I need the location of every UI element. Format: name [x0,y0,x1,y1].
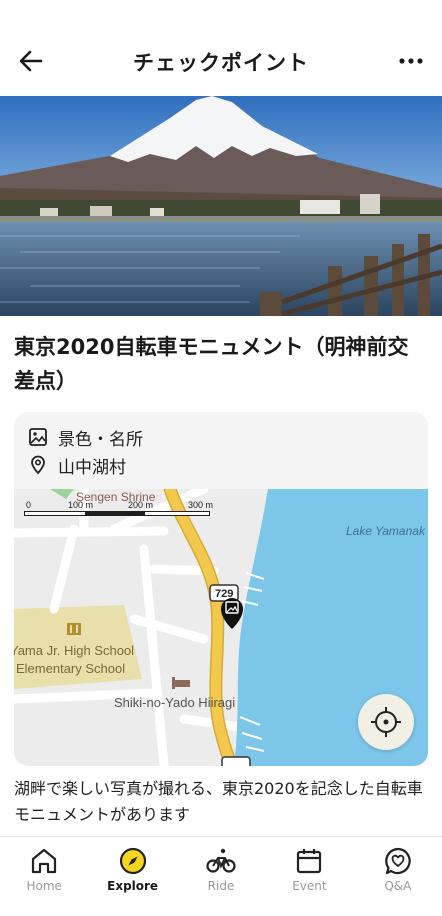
more-horizontal-icon [399,58,423,64]
school-icon [67,623,81,635]
spot-description: 湖畔で楽しい写真が撮れる、東京2020を記念した自転車モニュメントがあります [14,779,423,824]
nav-item-home[interactable]: Home [0,837,88,916]
crosshair-icon [371,707,401,737]
location-row: 山中湖村 [28,452,126,478]
nav-label-ride: Ride [207,879,235,893]
category-label: 景色・名所 [58,429,143,450]
nav-label-event: Event [292,879,327,893]
category-row: 景色・名所 [28,424,143,450]
locate-me-button[interactable] [358,694,414,750]
bottom-nav: Home Explore Ride Event Q&A [0,836,442,916]
compass-icon [119,847,146,875]
nav-item-event[interactable]: Event [265,837,353,916]
scale-label-300: 300 m [188,500,213,510]
hero-photo [0,96,442,316]
map-label-inn: Shiki-no-Yado Hiiragi [114,695,235,710]
image-icon [29,428,47,446]
nav-label-explore: Explore [107,879,159,893]
chat-heart-icon [384,847,411,875]
nav-label-home: Home [26,879,62,893]
map-label-lake: Lake Yamanak [346,524,426,538]
route-sign-2 [221,756,251,766]
nav-item-qa[interactable]: Q&A [354,837,442,916]
home-icon [32,848,57,874]
bicycle-icon [206,848,236,873]
page-title: チェックポイント [133,51,309,75]
map-label-shrine: Sengen Shrine [76,490,156,504]
nav-item-explore[interactable]: Explore [88,837,176,916]
location-label: 山中湖村 [58,457,126,478]
map-pin-icon [31,455,45,475]
location-map[interactable]: 0 100 m 200 m 300 m Sengen Shrine Lake Y… [14,489,428,766]
spot-title: 東京2020自転車モニュメント（明神前交差点） [14,335,409,393]
checkpoint-screen: チェックポイント 東京2020自転車モニュメント（明神前交差点） 景色・名所 山… [0,0,442,916]
nav-label-qa: Q&A [384,879,412,893]
map-label-school-1: Yama Jr. High School [14,643,134,658]
top-app-bar: チェックポイント [0,0,442,96]
spot-info-card: 景色・名所 山中湖村 0 100 m 200 m 300 m Sengen Sh… [14,412,428,766]
calendar-icon [297,849,322,874]
map-label-school-2: Elementary School [16,661,125,676]
scale-label-0: 0 [26,500,31,510]
more-button[interactable] [394,44,428,78]
nav-item-ride[interactable]: Ride [177,837,265,916]
